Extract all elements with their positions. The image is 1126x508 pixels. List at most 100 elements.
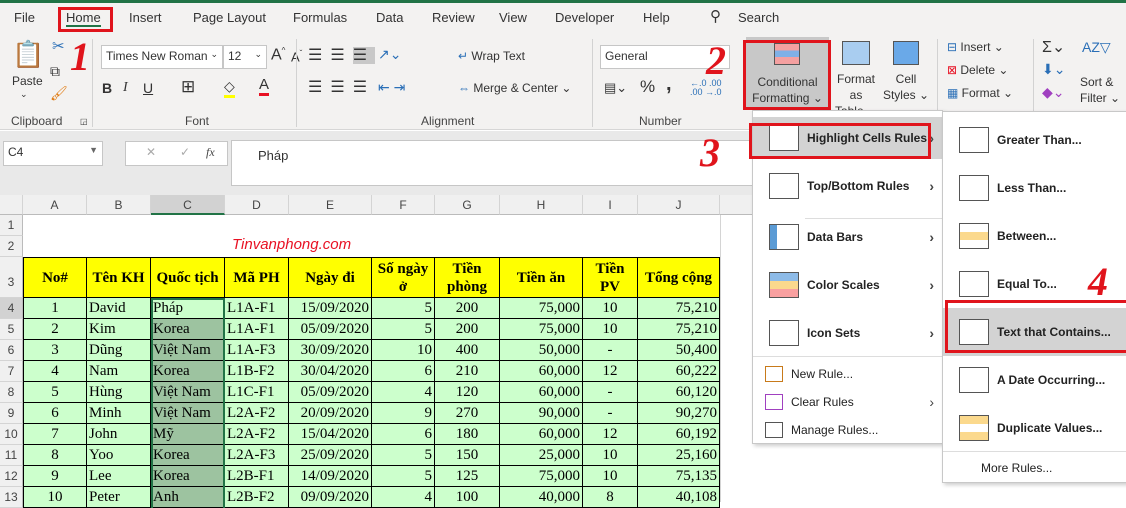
row-header-3[interactable]: 3	[0, 257, 23, 298]
row-header-11[interactable]: 11	[0, 445, 23, 466]
table-cell[interactable]: 60,120	[638, 382, 720, 403]
table-cell[interactable]: Hùng	[87, 382, 151, 403]
table-cell[interactable]: 9	[23, 466, 87, 487]
table-cell[interactable]: L1B-F2	[225, 361, 289, 382]
paste-dropdown-icon[interactable]: ⌄	[20, 89, 28, 100]
table-cell[interactable]: 4	[23, 361, 87, 382]
tab-developer[interactable]: Developer	[555, 10, 614, 25]
table-cell[interactable]: 25/09/2020	[289, 445, 372, 466]
table-cell[interactable]: David	[87, 298, 151, 319]
table-cell[interactable]: 75,210	[638, 298, 720, 319]
table-cell[interactable]: 270	[435, 403, 500, 424]
table-cell[interactable]: 9	[372, 403, 435, 424]
column-header-J[interactable]: J	[638, 195, 720, 215]
column-header-D[interactable]: D	[225, 195, 289, 215]
table-cell[interactable]: 40,000	[500, 487, 583, 508]
table-cell[interactable]: -	[583, 340, 638, 361]
table-cell[interactable]: 8	[23, 445, 87, 466]
table-cell[interactable]: 25,160	[638, 445, 720, 466]
table-cell[interactable]: 200	[435, 298, 500, 319]
format-as-table-button[interactable]: Format asTable ⌄	[830, 41, 882, 119]
cell-styles-button[interactable]: Cell Styles ⌄	[882, 41, 930, 103]
table-cell[interactable]: 75,000	[500, 319, 583, 340]
table-cell[interactable]: 125	[435, 466, 500, 487]
font-size-select[interactable]: 12 ⌄	[223, 45, 267, 69]
table-cell[interactable]: 10	[372, 340, 435, 361]
table-cell[interactable]: 25,000	[500, 445, 583, 466]
table-cell[interactable]: 40,108	[638, 487, 720, 508]
autosum-icon[interactable]: Σ⌄	[1042, 37, 1065, 57]
paste-icon[interactable]: 📋	[12, 39, 44, 70]
fill-color-icon[interactable]: ◇	[224, 78, 235, 98]
table-cell[interactable]: 75,000	[500, 466, 583, 487]
bold-button[interactable]: B	[102, 80, 112, 96]
table-cell[interactable]: 10	[583, 298, 638, 319]
fill-icon[interactable]: ⬇⌄	[1042, 61, 1065, 78]
table-cell[interactable]: 210	[435, 361, 500, 382]
table-cell[interactable]: 10	[583, 319, 638, 340]
insert-button[interactable]: ⊟ Insert ⌄	[947, 40, 1004, 54]
table-cell[interactable]: 50,400	[638, 340, 720, 361]
table-cell[interactable]: 400	[435, 340, 500, 361]
column-header-C[interactable]: C	[151, 195, 225, 215]
table-cell[interactable]: 3	[23, 340, 87, 361]
table-cell[interactable]: L2A-F2	[225, 403, 289, 424]
table-cell[interactable]: 05/09/2020	[289, 319, 372, 340]
table-cell[interactable]: 180	[435, 424, 500, 445]
table-cell[interactable]: 7	[23, 424, 87, 445]
wrap-text-button[interactable]: ↵ Wrap Text	[458, 49, 525, 63]
name-box[interactable]: C4 ▼	[3, 141, 103, 166]
copy-icon[interactable]: ⧉	[50, 63, 60, 80]
paste-button[interactable]: Paste	[12, 74, 43, 88]
tab-insert[interactable]: Insert	[129, 10, 162, 25]
row-header-9[interactable]: 9	[0, 403, 23, 424]
table-cell[interactable]: 30/04/2020	[289, 361, 372, 382]
orientation-icon[interactable]: ↗⌄	[378, 46, 401, 63]
table-cell[interactable]: 1	[23, 298, 87, 319]
menu-item-between[interactable]: Between...	[943, 216, 1126, 256]
table-cell[interactable]: L2B-F1	[225, 466, 289, 487]
indent-icons[interactable]: ⇤ ⇥	[378, 79, 405, 96]
menu-item-date-occurring[interactable]: A Date Occurring...	[943, 360, 1126, 400]
cut-icon[interactable]: ✂	[52, 37, 65, 55]
table-cell[interactable]: 60,000	[500, 361, 583, 382]
table-cell[interactable]: 4	[372, 487, 435, 508]
row-header-8[interactable]: 8	[0, 382, 23, 403]
table-cell[interactable]: 60,000	[500, 382, 583, 403]
table-cell[interactable]: 6	[372, 424, 435, 445]
column-header-B[interactable]: B	[87, 195, 151, 215]
table-cell[interactable]: Dũng	[87, 340, 151, 361]
table-cell[interactable]: Peter	[87, 487, 151, 508]
column-header-H[interactable]: H	[500, 195, 583, 215]
table-cell[interactable]: Yoo	[87, 445, 151, 466]
row-header-4[interactable]: 4	[0, 298, 23, 319]
table-cell[interactable]: L2A-F3	[225, 445, 289, 466]
table-cell[interactable]: 20/09/2020	[289, 403, 372, 424]
menu-item-top-bottom-rules[interactable]: Top/Bottom Rules ›	[753, 166, 942, 206]
table-cell[interactable]: 75,210	[638, 319, 720, 340]
table-cell[interactable]: L1A-F1	[225, 298, 289, 319]
table-cell[interactable]: -	[583, 403, 638, 424]
row-header-7[interactable]: 7	[0, 361, 23, 382]
table-cell[interactable]: 5	[372, 445, 435, 466]
accounting-format-icon[interactable]: ▤⌄	[604, 80, 627, 96]
format-button[interactable]: ▦ Format ⌄	[947, 86, 1013, 100]
column-header-E[interactable]: E	[289, 195, 372, 215]
format-painter-icon[interactable]: 🖌	[50, 85, 68, 102]
table-cell[interactable]: 75,135	[638, 466, 720, 487]
font-color-icon[interactable]: A	[259, 76, 270, 96]
sort-filter-button[interactable]: Sort & Filter ⌄	[1080, 74, 1120, 106]
column-header-G[interactable]: G	[435, 195, 500, 215]
row-header-10[interactable]: 10	[0, 424, 23, 445]
table-cell[interactable]: 5	[372, 466, 435, 487]
table-cell[interactable]: L1C-F1	[225, 382, 289, 403]
tab-view[interactable]: View	[499, 10, 527, 25]
table-cell[interactable]: 5	[23, 382, 87, 403]
menu-item-greater-than[interactable]: Greater Than...	[943, 120, 1126, 160]
menu-item-manage-rules[interactable]: Manage Rules...	[753, 417, 942, 443]
table-cell[interactable]: 75,000	[500, 298, 583, 319]
tab-data[interactable]: Data	[376, 10, 403, 25]
tab-help[interactable]: Help	[643, 10, 670, 25]
table-cell[interactable]: 09/09/2020	[289, 487, 372, 508]
sort-filter-icon[interactable]: AZ▽	[1082, 39, 1111, 56]
